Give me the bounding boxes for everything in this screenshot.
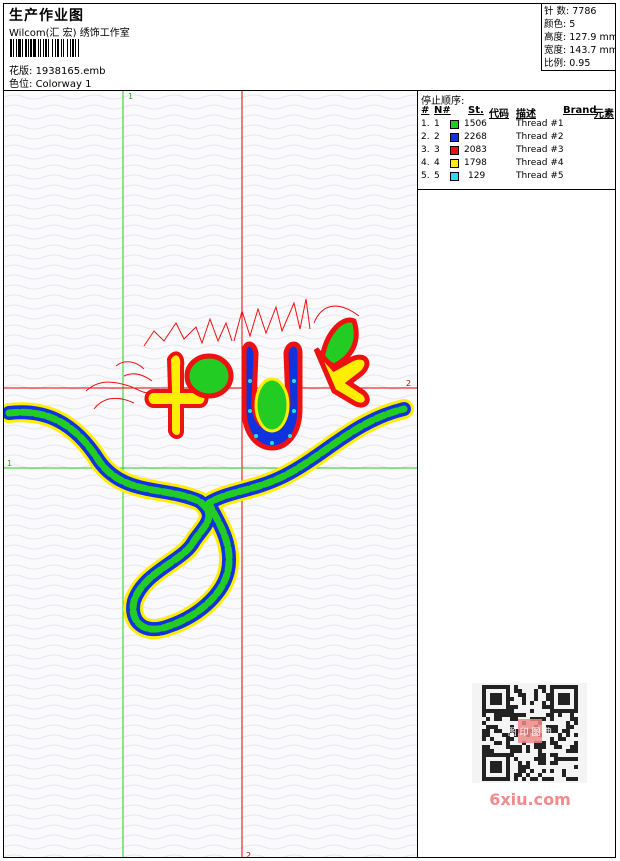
seal-text: 图 印 图 典 [508,726,553,738]
marker-right-2: 2 [406,379,411,388]
marker-left-1: 1 [7,459,12,468]
header-info: 生产作业图 Wilcom(汇 宏) 绣饰工作室 花版: 1938165.emb … [8,4,538,90]
thread-table: 停止顺序: # N# St. 代码 描述 Brand 元素 1. 1 1506 … [418,91,615,190]
thread-row: 3. 3 2083 Thread #3 [421,145,564,155]
design-canvas[interactable]: 1 1 2 2 [4,91,418,858]
stats-box: 针 数: 7786 颜色: 5 高度: 127.9 mm 宽度: 143.7 m… [541,4,616,71]
studio-name: Wilcom(汇 宏) 绣饰工作室 [9,28,130,39]
stop-sequence-panel: 停止顺序: # N# St. 代码 描述 Brand 元素 1. 1 1506 … [418,91,615,857]
watermark: 图 印 图 典 6xiu.com [472,683,587,813]
qr-code-icon: 图 印 图 典 6xiu.com [472,683,587,809]
thread-row: 1. 1 1506 Thread #1 [421,119,564,129]
watermark-text: 6xiu.com [489,790,571,809]
colorway-name: Colorway 1 [35,79,92,90]
fabric-texture [4,91,417,857]
marker-top-1: 1 [128,92,133,101]
barcode-bar [79,39,80,57]
stat-colors: 颜色: 5 [544,19,576,30]
sheet-header: 生产作业图 Wilcom(汇 宏) 绣饰工作室 花版: 1938165.emb … [4,4,616,91]
thread-row: 5. 5 129 Thread #5 [421,171,564,181]
stat-width: 宽度: 143.7 mm [544,45,616,56]
stat-stitches: 针 数: 7786 [544,6,597,17]
color-swatch [450,159,459,168]
production-sheet: 生产作业图 Wilcom(汇 宏) 绣饰工作室 花版: 1938165.emb … [3,3,616,858]
color-swatch [450,172,459,181]
stat-height: 高度: 127.9 mm [544,32,616,43]
color-swatch [450,146,459,155]
col-brand: Brand [563,105,597,116]
colorway-label: 色位: [9,79,33,90]
barcode [10,39,144,57]
stat-scale: 比例: 0.95 [544,58,591,69]
col-n: N# [434,105,451,116]
colorway-line: 色位: Colorway 1 [9,75,91,90]
sheet-title: 生产作业图 [9,8,84,24]
design-preview: 1 1 2 2 [4,91,417,858]
color-swatch [450,120,459,129]
thread-row: 4. 4 1798 Thread #4 [421,158,564,168]
col-num: # [421,105,430,116]
color-swatch [450,133,459,142]
col-stitches: St. [468,105,484,116]
marker-bottom-2: 2 [246,851,251,858]
thread-row: 2. 2 2268 Thread #2 [421,132,564,142]
